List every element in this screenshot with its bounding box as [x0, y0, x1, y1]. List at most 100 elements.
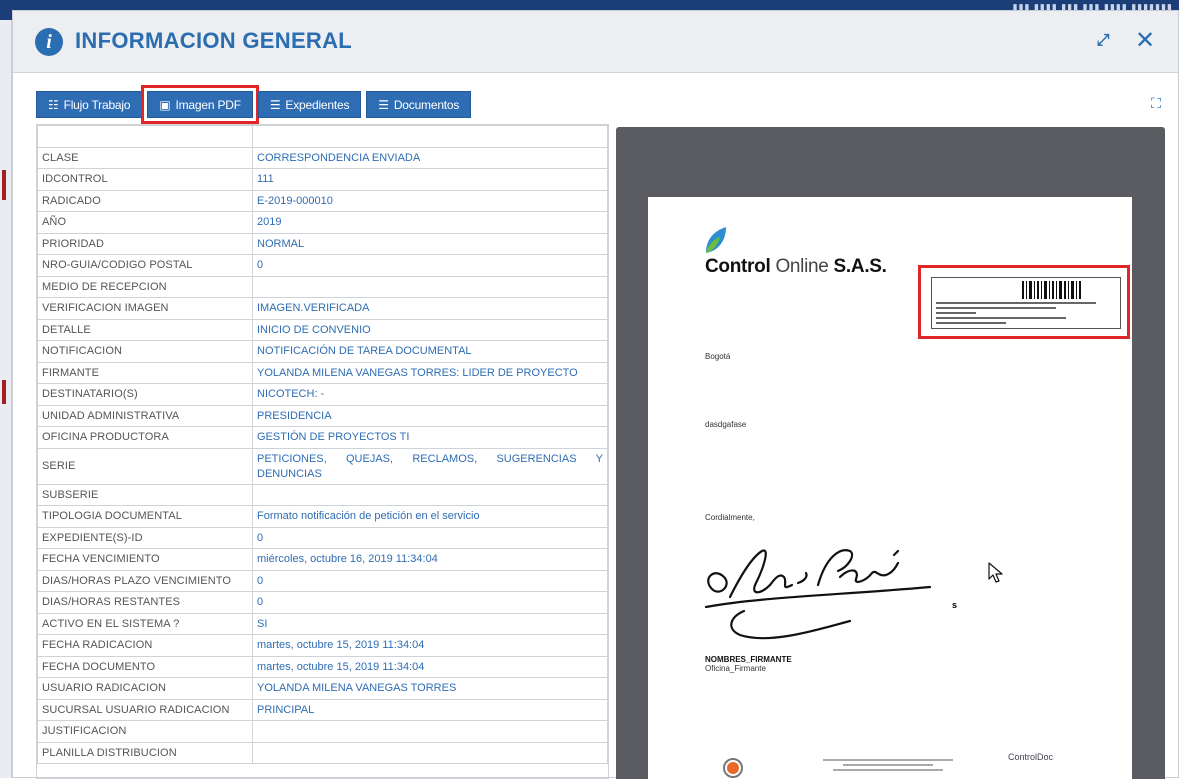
table-row: FIRMANTE YOLANDA MILENA VANEGAS TORRES: L… — [37, 361, 608, 384]
certification-logo-icon — [723, 758, 743, 778]
stamp-text-line — [936, 317, 1066, 319]
modal-header: i INFORMACION GENERAL ⤢ ✕ — [13, 11, 1178, 73]
field-label: FIRMANTE — [37, 361, 253, 384]
background-app-sidebar — [0, 20, 12, 778]
field-label: DESTINATARIO(S) — [37, 383, 253, 406]
field-label: TIPOLOGIA DOCUMENTAL — [37, 505, 253, 528]
field-value: IMAGEN.VERIFICADA — [252, 297, 608, 320]
field-value: SI — [252, 612, 608, 635]
field-value: NICOTECH: - — [252, 383, 608, 406]
field-value: PRESIDENCIA — [252, 404, 608, 427]
expand-icon[interactable]: ⤢ — [1089, 27, 1117, 55]
tab-label: Documentos — [393, 97, 460, 112]
field-label: PRIORIDAD — [37, 232, 253, 255]
radicado-stamp — [931, 277, 1121, 329]
footer-line — [823, 759, 953, 761]
field-label — [37, 125, 253, 148]
table-row: PLANILLA DISTRIBUCION — [37, 741, 608, 764]
info-table-container[interactable]: CLASE CORRESPONDENCIA ENVIADA IDCONTROL 111… — [36, 124, 609, 779]
pdf-preview[interactable]: Control Online S.A.S. Bogotá dasdgafase … — [616, 127, 1165, 779]
footer-brand: ControlDoc — [1008, 752, 1054, 762]
signature-mark: s — [952, 600, 958, 610]
field-label: NRO-GUIA/CODIGO POSTAL — [37, 254, 253, 277]
field-value: 111 — [252, 168, 608, 191]
field-label: FECHA DOCUMENTO — [37, 655, 253, 678]
table-row: CLASE CORRESPONDENCIA ENVIADA — [37, 146, 608, 169]
field-label: SERIE — [37, 447, 253, 485]
company-name-suffix: S.A.S. — [833, 256, 887, 277]
table-row: JUSTIFICACION — [37, 720, 608, 743]
table-row: DIAS/HORAS RESTANTES 0 — [37, 591, 608, 614]
background-marker — [2, 380, 6, 404]
field-label: SUCURSAL USUARIO RADICACION — [37, 698, 253, 721]
doc-city: Bogotá — [705, 352, 731, 361]
table-row: USUARIO RADICACION YOLANDA MILENA VANEGAS… — [37, 677, 608, 700]
table-row: DESTINATARIO(S) NICOTECH: - — [37, 383, 608, 406]
table-row: FECHA VENCIMIENTO miércoles, octubre 16, … — [37, 548, 608, 571]
company-logo-icon — [706, 227, 726, 253]
field-label: EXPEDIENTE(S)-ID — [37, 526, 253, 549]
table-row: SERIE PETICIONES, QUEJAS, RECLAMOS, SUGER… — [37, 447, 608, 485]
field-value: E-2019-000010 — [252, 189, 608, 212]
table-row: TIPOLOGIA DOCUMENTAL Formato notificación… — [37, 505, 608, 528]
field-label: RADICADO — [37, 189, 253, 212]
field-value: 2019 — [252, 211, 608, 234]
table-row: AÑO 2019 — [37, 211, 608, 234]
signer-role: Oficina_Firmante — [705, 664, 766, 673]
table-row: PRIORIDAD NORMAL — [37, 232, 608, 255]
info-table: CLASE CORRESPONDENCIA ENVIADA IDCONTROL 111… — [37, 125, 608, 764]
tab-label: Expedientes — [285, 97, 350, 112]
field-value — [252, 275, 608, 298]
radicado-stamp-highlight — [918, 265, 1130, 339]
field-value: 0 — [252, 591, 608, 614]
field-value: Formato notificación de petición en el s… — [252, 505, 608, 528]
table-row: MEDIO DE RECEPCION — [37, 275, 608, 298]
company-name-bold: Control — [705, 256, 771, 277]
barcode-icon — [1022, 281, 1081, 299]
field-value: NOTIFICACIÓN DE TAREA DOCUMENTAL — [252, 340, 608, 363]
field-label: ACTIVO EN EL SISTEMA ? — [37, 612, 253, 635]
field-label: AÑO — [37, 211, 253, 234]
tab-expedientes[interactable]: ☰ Expedientes — [257, 91, 362, 118]
footer-line — [843, 764, 933, 766]
field-value: miércoles, octubre 16, 2019 11:34:04 — [252, 548, 608, 571]
table-row: RADICADO E-2019-000010 — [37, 189, 608, 212]
field-label: DETALLE — [37, 318, 253, 341]
field-value: CORRESPONDENCIA ENVIADA — [252, 146, 608, 169]
field-label: PLANILLA DISTRIBUCION — [37, 741, 253, 764]
company-name: Control Online S.A.S. — [705, 256, 887, 278]
field-value: GESTIÓN DE PROYECTOS TI — [252, 426, 608, 449]
stamp-text-line — [936, 322, 1006, 324]
field-value — [252, 720, 608, 743]
signer-name: NOMBRES_FIRMANTE — [705, 655, 792, 664]
tab-label: Imagen PDF — [175, 97, 241, 112]
table-row: EXPEDIENTE(S)-ID 0 — [37, 526, 608, 549]
pdf-page: Control Online S.A.S. Bogotá dasdgafase … — [648, 197, 1132, 779]
field-label: SUBSERIE — [37, 483, 253, 506]
table-row: NOTIFICACION NOTIFICACIÓN DE TAREA DOCUME… — [37, 340, 608, 363]
table-row: FECHA RADICACION martes, octubre 15, 2019… — [37, 634, 608, 657]
field-label: JUSTIFICACION — [37, 720, 253, 743]
field-label: DIAS/HORAS PLAZO VENCIMIENTO — [37, 569, 253, 592]
field-label: FECHA RADICACION — [37, 634, 253, 657]
tab-documentos[interactable]: ☰ Documentos — [366, 91, 472, 118]
tab-imagen-pdf[interactable]: ▣ Imagen PDF — [141, 85, 259, 124]
field-label: IDCONTROL — [37, 168, 253, 191]
field-label: OFICINA PRODUCTORA — [37, 426, 253, 449]
field-value — [252, 483, 608, 506]
field-label: VERIFICACION IMAGEN — [37, 297, 253, 320]
table-row: SUBSERIE — [37, 483, 608, 506]
tab-flujo-trabajo[interactable]: ☷ Flujo Trabajo — [36, 91, 143, 118]
field-value: YOLANDA MILENA VANEGAS TORRES: LIDER DE … — [252, 361, 608, 384]
doc-closing: Cordialmente, — [705, 513, 755, 522]
doc-subject: dasdgafase — [705, 420, 747, 429]
fullscreen-icon[interactable]: ⛶ — [1147, 94, 1165, 112]
table-row: DETALLE INICIO DE CONVENIO — [37, 318, 608, 341]
stamp-text-line — [936, 307, 1056, 309]
table-row: VERIFICACION IMAGEN IMAGEN.VERIFICADA — [37, 297, 608, 320]
field-value: PRINCIPAL — [252, 698, 608, 721]
mouse-cursor-icon — [988, 562, 1003, 583]
image-icon: ▣ — [159, 97, 171, 112]
close-icon[interactable]: ✕ — [1131, 27, 1159, 55]
field-value: 0 — [252, 254, 608, 277]
